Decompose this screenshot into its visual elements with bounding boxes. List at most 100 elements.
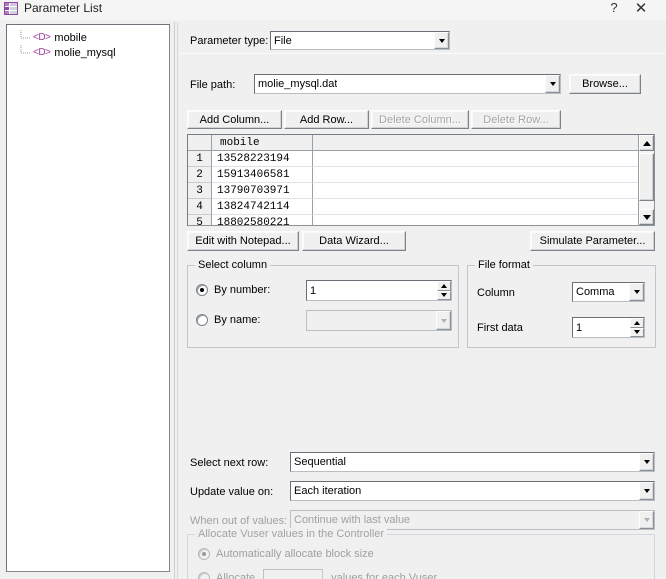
browse-button[interactable]: Browse...: [569, 74, 641, 94]
by-name-radio-row[interactable]: By name:: [196, 314, 260, 326]
when-out-of-values-label: When out of values:: [190, 515, 288, 527]
tree-item-label: molie_mysql: [54, 46, 116, 59]
update-value-on-select[interactable]: Each iteration: [290, 481, 655, 501]
edit-with-notepad-button[interactable]: Edit with Notepad...: [187, 231, 299, 251]
first-data-stepper[interactable]: [630, 318, 644, 337]
update-value-on-value: Each iteration: [294, 485, 362, 497]
table-row[interactable]: 5 18802580221: [188, 215, 654, 225]
by-number-input[interactable]: 1: [306, 280, 452, 301]
table-row[interactable]: 2 15913406581: [188, 167, 654, 183]
parameter-list-icon: [4, 2, 18, 15]
stepper-up-icon[interactable]: [630, 318, 644, 328]
grid-column-header[interactable]: mobile: [212, 135, 313, 151]
parameter-tree-panel[interactable]: <D> mobile <D> molie_mysql: [6, 24, 170, 572]
grid-header-filler: [313, 135, 654, 151]
simulate-parameter-button[interactable]: Simulate Parameter...: [530, 231, 655, 251]
by-number-radio[interactable]: [196, 284, 208, 296]
tree-item-label: mobile: [54, 31, 87, 44]
row-number[interactable]: 2: [188, 167, 212, 183]
table-row[interactable]: 3 13790703971: [188, 183, 654, 199]
column-format-label: Column: [477, 287, 515, 299]
grid-corner-cell: [188, 135, 212, 151]
tree-item-mobile[interactable]: <D> mobile: [7, 30, 169, 45]
when-out-of-values-select: Continue with last value: [290, 510, 655, 530]
stepper-up-icon[interactable]: [437, 281, 451, 291]
grid-body: 1 13528223194 2 15913406581 3 1379070397…: [188, 151, 654, 225]
stepper-down-icon[interactable]: [437, 290, 451, 300]
grid-cell[interactable]: 15913406581: [212, 167, 313, 183]
parameter-node-icon: <D>: [33, 47, 51, 58]
by-number-stepper[interactable]: [437, 281, 451, 300]
close-icon[interactable]: ✕: [624, 0, 658, 18]
window-title: Parameter List: [24, 1, 103, 15]
chevron-down-icon[interactable]: [629, 283, 644, 301]
chevron-down-icon[interactable]: [639, 482, 654, 500]
chevron-down-icon[interactable]: [545, 75, 560, 93]
scroll-down-icon[interactable]: [639, 209, 654, 225]
parameter-tree: <D> mobile <D> molie_mysql: [7, 25, 169, 60]
manual-allocate-suffix-label: values for each Vuser: [331, 571, 438, 579]
chevron-down-icon[interactable]: [639, 453, 654, 471]
manual-allocate-radio-row: Allocate values for each Vuser: [198, 569, 437, 579]
scroll-up-icon[interactable]: [639, 135, 654, 151]
update-value-on-label: Update value on:: [190, 486, 274, 498]
by-number-radio-row[interactable]: By number:: [196, 284, 270, 296]
allocate-vuser-values-group: Allocate Vuser values in the Controller …: [187, 528, 655, 579]
by-name-select: [306, 310, 452, 331]
when-out-of-values-value: Continue with last value: [294, 514, 411, 526]
row-number[interactable]: 1: [188, 151, 212, 167]
file-path-input[interactable]: molie_mysql.dat: [254, 74, 561, 94]
by-number-value: 1: [310, 284, 317, 297]
file-path-label: File path:: [190, 79, 236, 91]
grid-vertical-scrollbar[interactable]: [638, 135, 654, 225]
parameter-data-grid[interactable]: mobile 1 13528223194 2 15913406581 3 137…: [187, 134, 655, 226]
parameter-node-icon: <D>: [33, 32, 51, 43]
column-format-select[interactable]: Comma: [572, 282, 645, 302]
grid-cell[interactable]: 13528223194: [212, 151, 313, 167]
auto-allocate-radio-row: Automatically allocate block size: [198, 548, 374, 560]
grid-cell[interactable]: 18802580221: [212, 215, 313, 225]
by-number-label: By number:: [214, 284, 271, 296]
column-format-value: Comma: [576, 286, 615, 298]
select-column-title: Select column: [195, 259, 271, 271]
scrollbar-thumb[interactable]: [639, 153, 654, 201]
row-number[interactable]: 3: [188, 183, 212, 199]
auto-allocate-radio: [198, 548, 210, 560]
file-path-value: molie_mysql.dat: [258, 78, 338, 90]
stepper-down-icon[interactable]: [630, 327, 644, 337]
grid-row-filler: [313, 183, 654, 199]
by-name-label: By name:: [214, 314, 261, 326]
data-wizard-button[interactable]: Data Wizard...: [302, 231, 406, 251]
first-data-input[interactable]: 1: [572, 317, 645, 338]
grid-row-filler: [313, 199, 654, 215]
first-data-value: 1: [576, 321, 583, 334]
manual-allocate-prefix-label: Allocate: [216, 571, 256, 579]
table-row[interactable]: 1 13528223194: [188, 151, 654, 167]
tree-line-icon: [19, 30, 33, 45]
panel-splitter[interactable]: [174, 22, 178, 579]
add-column-button[interactable]: Add Column...: [187, 110, 282, 129]
chevron-down-icon[interactable]: [434, 32, 449, 49]
by-name-radio[interactable]: [196, 314, 208, 326]
tree-item-molie-mysql[interactable]: <D> molie_mysql: [7, 45, 169, 60]
help-button[interactable]: ?: [604, 0, 624, 18]
grid-row-filler: [313, 215, 654, 225]
delete-column-button: Delete Column...: [371, 110, 469, 129]
select-next-row-select[interactable]: Sequential: [290, 452, 655, 472]
parameter-properties-pane: Parameter type: File File path: molie_my…: [180, 22, 666, 579]
row-number[interactable]: 4: [188, 199, 212, 215]
first-data-label: First data: [477, 322, 523, 334]
add-row-button[interactable]: Add Row...: [284, 110, 369, 129]
section-separator: [180, 53, 666, 54]
delete-row-button: Delete Row...: [471, 110, 561, 129]
table-row[interactable]: 4 13824742114: [188, 199, 654, 215]
file-format-title: File format: [475, 259, 533, 271]
grid-cell[interactable]: 13790703971: [212, 183, 313, 199]
parameter-type-select[interactable]: File: [270, 31, 450, 50]
grid-row-filler: [313, 167, 654, 183]
row-number[interactable]: 5: [188, 215, 212, 225]
manual-allocate-radio: [198, 571, 210, 579]
select-column-group: Select column By number: 1 By name:: [187, 259, 459, 348]
grid-row-filler: [313, 151, 654, 167]
grid-cell[interactable]: 13824742114: [212, 199, 313, 215]
